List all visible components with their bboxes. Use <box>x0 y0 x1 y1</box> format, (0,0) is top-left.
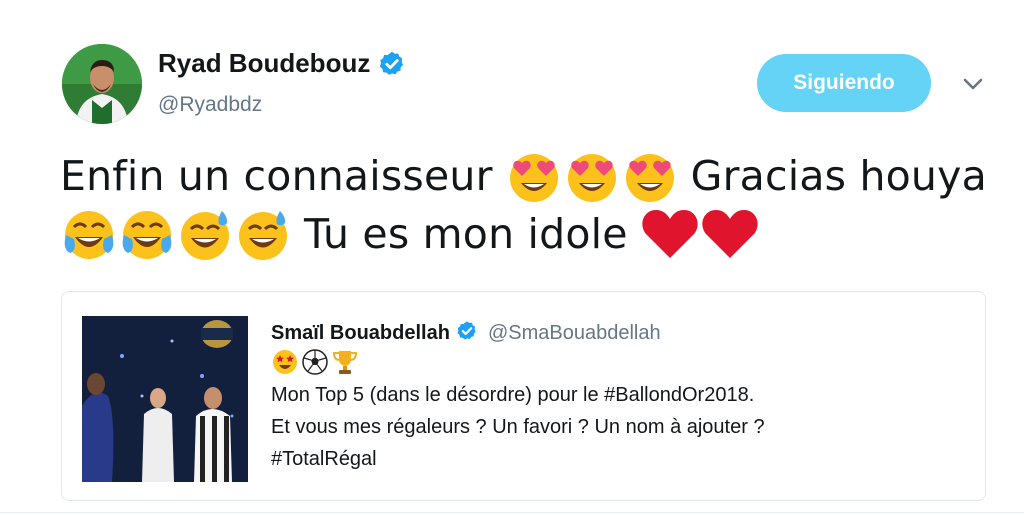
quoted-tweet[interactable]: Smaïl Bouabdellah @SmaBouabdellah Mon To… <box>61 291 986 501</box>
chevron-down-icon[interactable] <box>958 72 988 96</box>
tweet-text-segment: Tu es mon idole <box>304 210 628 258</box>
author-name[interactable]: Ryad Boudebouz <box>158 48 370 79</box>
quoted-text-line-1: Mon Top 5 (dans le désordre) pour le #Ba… <box>271 384 755 406</box>
avatar-image <box>62 44 142 124</box>
verified-badge-icon <box>456 320 478 346</box>
quoted-author-handle[interactable]: @SmaBouabdellah <box>488 322 661 345</box>
tweet-text-segment: Gracias houya <box>690 152 987 200</box>
quoted-text-line-3: #TotalRégal <box>271 448 377 470</box>
tears-of-joy-emoji-icon <box>118 205 176 263</box>
following-button[interactable]: Siguiendo <box>757 54 931 112</box>
star-struck-emoji-icon <box>271 348 299 376</box>
soccer-ball-emoji-icon <box>301 348 329 376</box>
author-handle[interactable]: @Ryadbdz <box>158 93 262 117</box>
red-heart-emoji-icon <box>640 206 700 262</box>
divider <box>0 512 1024 513</box>
tears-of-joy-emoji-icon <box>60 205 118 263</box>
heart-eyes-emoji-icon <box>621 147 679 205</box>
quoted-author-name[interactable]: Smaïl Bouabdellah <box>271 322 450 345</box>
quoted-name-row: Smaïl Bouabdellah @SmaBouabdellah <box>271 320 661 346</box>
red-heart-emoji-icon <box>700 206 760 262</box>
trophy-emoji-icon <box>331 348 359 376</box>
sweat-smile-emoji-icon <box>176 205 234 263</box>
heart-eyes-emoji-icon <box>563 147 621 205</box>
quoted-emoji-row <box>271 348 359 376</box>
verified-badge-icon <box>378 50 406 78</box>
quoted-text-line-2: Et vous mes régaleurs ? Un favori ? Un n… <box>271 416 765 438</box>
author-name-row: Ryad Boudebouz <box>158 48 406 79</box>
tweet-text-line-2: Tu es mon idole <box>60 204 760 264</box>
tweet-card: Ryad Boudebouz @Ryadbdz Siguiendo Enfin … <box>0 0 1024 515</box>
sweat-smile-emoji-icon <box>234 205 292 263</box>
quoted-tweet-image[interactable] <box>82 316 248 482</box>
author-avatar[interactable] <box>62 44 142 124</box>
heart-eyes-emoji-icon <box>505 147 563 205</box>
tweet-text-segment: Enfin un connaisseur <box>60 152 493 200</box>
tweet-text-line-1: Enfin un connaisseur Gracias houya <box>60 146 987 206</box>
